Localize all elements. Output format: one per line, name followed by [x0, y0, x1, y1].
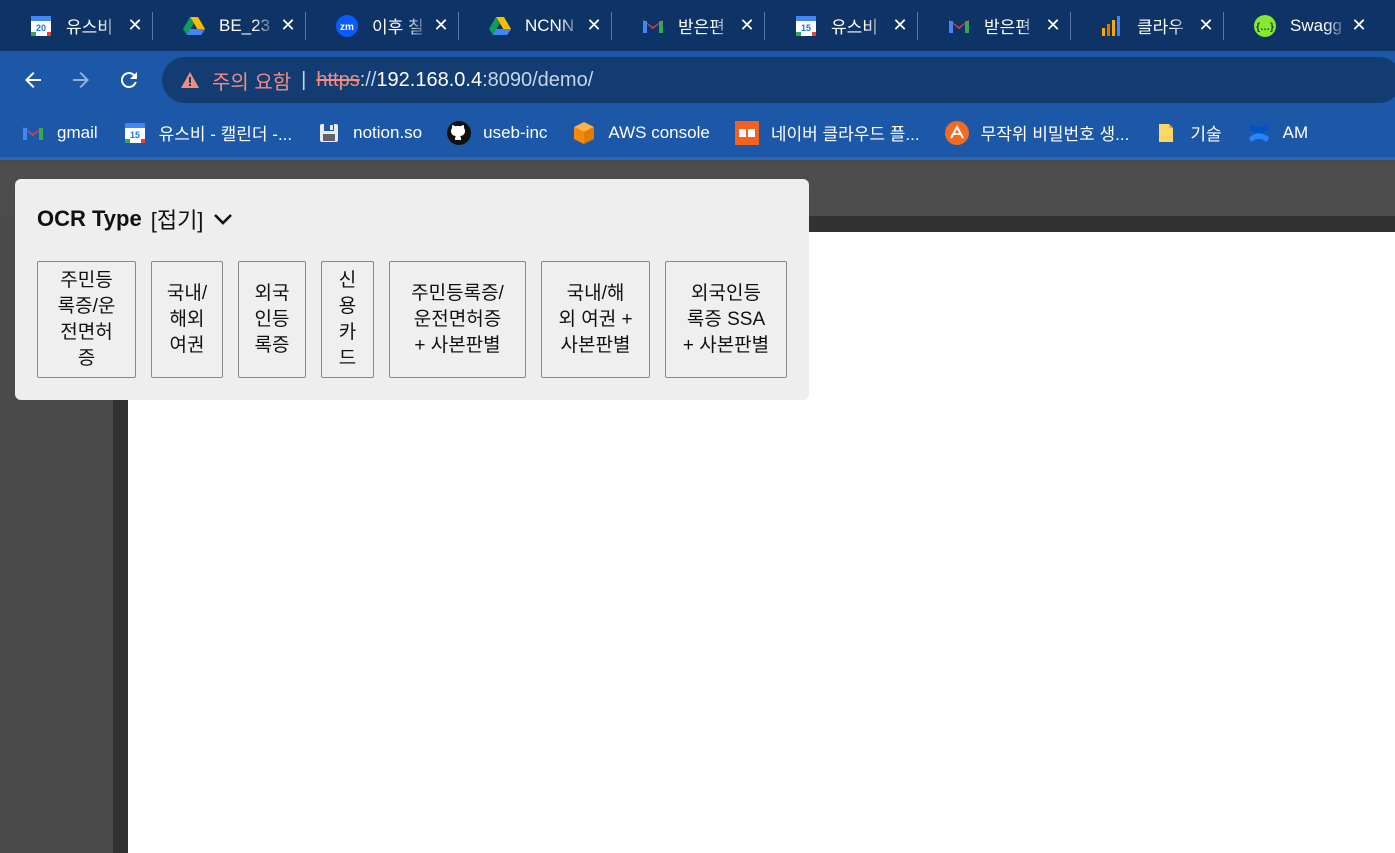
google-calendar-icon: 15 [795, 15, 817, 37]
bookmark-label: AM [1282, 122, 1309, 142]
close-icon[interactable]: ✕ [737, 15, 757, 35]
google-drive-icon [183, 15, 205, 37]
collapse-toggle[interactable]: [접기] [151, 203, 204, 235]
svg-text:{…}: {…} [1256, 22, 1274, 33]
ocr-button-alien-registration[interactable]: 외국 인등 록증 [238, 261, 306, 378]
ocr-type-header[interactable]: OCR Type [접기] [37, 203, 233, 235]
svg-text:15: 15 [130, 130, 140, 140]
security-warning-label[interactable]: 주의 요함 [212, 66, 291, 95]
ocr-button-alien-ssa-copy-check[interactable]: 외국인등 록증 SSA + 사본판별 [665, 261, 787, 378]
tab-strip: 20 유스비 ✕ BE_23 ✕ zm 이후 칠 ✕ NCNN ✕ 받은편 ✕ [0, 0, 1395, 51]
bookmark-label: useb-inc [483, 122, 548, 142]
google-calendar-icon: 20 [30, 15, 52, 37]
password-generator-icon [944, 120, 970, 146]
ocr-type-title: OCR Type [37, 206, 142, 231]
bookmark-password-generator[interactable]: 무작위 비밀번호 생... [944, 120, 1130, 146]
bookmark-naver-cloud[interactable]: 네이버 클라우드 플... [734, 120, 920, 146]
close-icon[interactable]: ✕ [431, 15, 451, 35]
tab-cloud[interactable]: 클라우 ✕ [1071, 0, 1224, 51]
tab-title: Swagg [1290, 15, 1342, 35]
bookmark-label: 유스비 - 캘린더 -... [158, 125, 293, 144]
github-icon [446, 120, 472, 146]
close-icon[interactable]: ✕ [1349, 15, 1369, 35]
ocr-button-id-license-copy-check[interactable]: 주민등록증/ 운전면허증 + 사본판별 [389, 261, 526, 378]
browser-toolbar: 주의 요함 | https :// 192.168.0.4 :8090/demo… [0, 51, 1395, 108]
tab-swagger[interactable]: {…} Swagg ✕ [1224, 0, 1377, 51]
omnibox-separator: | [301, 68, 307, 91]
reload-button[interactable] [105, 51, 153, 108]
tab-title: NCNN [525, 15, 575, 35]
close-icon[interactable]: ✕ [584, 15, 604, 35]
arrow-right-icon [73, 71, 89, 88]
gmail-icon [948, 15, 970, 37]
address-bar[interactable]: 주의 요함 | https :// 192.168.0.4 :8090/demo… [162, 57, 1395, 103]
confluence-icon [1246, 120, 1272, 146]
svg-text:zm: zm [340, 22, 354, 33]
close-icon[interactable]: ✕ [125, 15, 145, 35]
forward-button[interactable] [57, 51, 105, 108]
gmail-icon [642, 15, 664, 37]
close-icon[interactable]: ✕ [278, 15, 298, 35]
ocr-button-passport-copy-check[interactable]: 국내/해 외 여권 + 사본판별 [541, 261, 650, 378]
tab-title: 받은편 [984, 18, 1031, 37]
bookmark-label: notion.so [353, 122, 423, 142]
bookmark-label: 네이버 클라우드 플... [770, 125, 920, 144]
floppy-disk-icon [316, 120, 342, 146]
chevron-down-icon[interactable] [213, 209, 233, 229]
zoom-icon: zm [336, 14, 358, 37]
tab-title: 이후 칠 [372, 18, 424, 37]
google-drive-icon [489, 15, 511, 37]
folder-icon [1153, 120, 1179, 146]
url-scheme-separator: :// [359, 68, 377, 91]
naver-cloud-icon [734, 120, 760, 146]
tab-title: BE_23 [219, 15, 271, 35]
ocr-button-id-license[interactable]: 주민등 록증/운 전면허 증 [37, 261, 136, 378]
warning-triangle-icon [181, 72, 199, 88]
reload-icon [120, 71, 137, 88]
tab-title: 받은편 [678, 18, 725, 37]
back-button[interactable] [9, 51, 57, 108]
ocr-type-panel: OCR Type [접기] 주민등 록증/운 전면허 증 국내/ 해외 여권 외… [15, 179, 809, 400]
tab-zoom[interactable]: zm 이후 칠 ✕ [306, 0, 459, 51]
close-icon[interactable]: ✕ [1043, 15, 1063, 35]
bookmark-github[interactable]: useb-inc [446, 120, 547, 146]
swagger-icon: {…} [1254, 14, 1276, 37]
bookmark-notion[interactable]: notion.so [316, 120, 422, 146]
bookmark-label: 무작위 비밀번호 생... [980, 125, 1130, 144]
bookmarks-bar: gmail 15 유스비 - 캘린더 -... notion.so useb-i… [0, 108, 1395, 160]
close-icon[interactable]: ✕ [890, 15, 910, 35]
tab-gmail[interactable]: 받은편 ✕ [612, 0, 765, 51]
tab-title: 유스비 [831, 18, 878, 37]
analytics-chart-icon [1101, 15, 1123, 37]
tab-gmail-2[interactable]: 받은편 ✕ [918, 0, 1071, 51]
google-calendar-icon: 15 [122, 120, 148, 146]
bookmark-aws[interactable]: AWS console [571, 120, 710, 146]
bookmark-calendar[interactable]: 15 유스비 - 캘린더 -... [122, 120, 293, 146]
bookmark-confluence[interactable]: AM [1246, 120, 1309, 146]
bookmark-gmail[interactable]: gmail [20, 120, 98, 146]
bookmark-label: 기술 [1190, 125, 1222, 144]
tab-drive[interactable]: BE_23 ✕ [153, 0, 306, 51]
tab-calendar-2[interactable]: 15 유스비 ✕ [765, 0, 918, 51]
gmail-icon [20, 120, 46, 146]
tab-calendar[interactable]: 20 유스비 ✕ [0, 0, 153, 51]
tab-drive-2[interactable]: NCNN ✕ [459, 0, 612, 51]
ocr-button-passport[interactable]: 국내/ 해외 여권 [151, 261, 223, 378]
url-scheme: https [316, 68, 360, 91]
url-host: 192.168.0.4 [376, 68, 483, 91]
bookmark-folder-tech[interactable]: 기술 [1153, 120, 1222, 146]
url-path: :8090/demo/ [482, 68, 594, 91]
svg-text:20: 20 [36, 23, 46, 33]
tab-title: 유스비 [66, 18, 113, 37]
bookmark-label: AWS console [608, 122, 710, 142]
tab-title: 클라우 [1137, 18, 1184, 37]
bookmark-label: gmail [57, 122, 98, 142]
arrow-left-icon [25, 71, 41, 88]
ocr-button-credit-card[interactable]: 신 용 카 드 [321, 261, 374, 378]
svg-text:15: 15 [801, 23, 811, 33]
aws-cube-icon [571, 120, 597, 146]
close-icon[interactable]: ✕ [1196, 15, 1216, 35]
